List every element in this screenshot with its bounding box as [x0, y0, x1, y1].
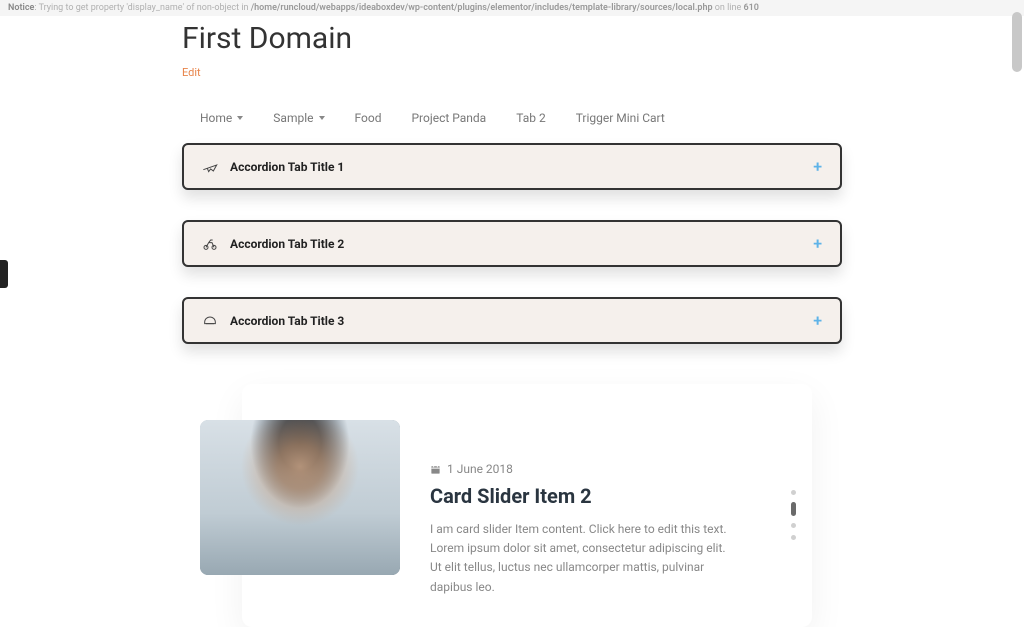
caret-down-icon — [319, 116, 325, 120]
plus-icon: + — [813, 311, 822, 330]
nav-label: Home — [200, 111, 232, 125]
card-content: 1 June 2018 Card Slider Item 2 I am card… — [430, 414, 782, 597]
slider-dot-active[interactable] — [791, 502, 796, 516]
accordion-left: Accordion Tab Title 1 — [202, 159, 344, 175]
accordion-item: Accordion Tab Title 3 + — [182, 297, 842, 344]
plus-icon: + — [813, 234, 822, 253]
page-title: First Domain — [182, 21, 842, 56]
card-date: 1 June 2018 — [430, 462, 782, 476]
card-title: Card Slider Item 2 — [430, 484, 782, 508]
card-description: I am card slider Item content. Click her… — [430, 520, 730, 597]
nav-item-home[interactable]: Home — [200, 111, 243, 125]
card-image — [200, 420, 400, 575]
accordion-header-3[interactable]: Accordion Tab Title 3 + — [182, 297, 842, 344]
nav-label: Tab 2 — [516, 111, 545, 125]
accordion-left: Accordion Tab Title 3 — [202, 313, 344, 329]
nav-label: Project Panda — [411, 111, 486, 125]
accordion-left: Accordion Tab Title 2 — [202, 236, 344, 252]
card-slider: 1 June 2018 Card Slider Item 2 I am card… — [242, 384, 812, 627]
slider-dots — [791, 490, 796, 540]
accordion-header-2[interactable]: Accordion Tab Title 2 + — [182, 220, 842, 267]
accordion-title: Accordion Tab Title 1 — [230, 160, 344, 174]
plus-icon: + — [813, 157, 822, 176]
edit-link[interactable]: Edit — [182, 66, 201, 79]
accordion-item: Accordion Tab Title 2 + — [182, 220, 842, 267]
caret-down-icon — [237, 116, 243, 120]
slider-dot[interactable] — [791, 535, 796, 540]
accordion-header-1[interactable]: Accordion Tab Title 1 + — [182, 143, 842, 190]
slider-dot[interactable] — [791, 490, 796, 495]
accordion-title: Accordion Tab Title 3 — [230, 314, 344, 328]
nav-label: Sample — [273, 111, 313, 125]
nav-item-trigger-cart[interactable]: Trigger Mini Cart — [576, 111, 665, 125]
nav-label: Food — [355, 111, 382, 125]
card-date-text: 1 June 2018 — [447, 462, 513, 476]
php-error-notice: Notice: Trying to get property 'display_… — [0, 0, 1024, 16]
nav-label: Trigger Mini Cart — [576, 111, 665, 125]
side-panel-tab[interactable] — [0, 260, 8, 288]
scrollbar-thumb[interactable] — [1012, 12, 1022, 72]
plane-icon — [202, 159, 218, 175]
accordion-item: Accordion Tab Title 1 + — [182, 143, 842, 190]
accordion: Accordion Tab Title 1 + Accordion Tab Ti… — [182, 143, 842, 344]
accordion-title: Accordion Tab Title 2 — [230, 237, 344, 251]
nav-item-food[interactable]: Food — [355, 111, 382, 125]
nav-item-sample[interactable]: Sample — [273, 111, 324, 125]
helmet-icon — [202, 313, 218, 329]
main-nav: Home Sample Food Project Panda Tab 2 Tri… — [182, 99, 842, 143]
bike-icon — [202, 236, 218, 252]
nav-item-tab2[interactable]: Tab 2 — [516, 111, 545, 125]
nav-item-project-panda[interactable]: Project Panda — [411, 111, 486, 125]
calendar-icon — [430, 464, 441, 475]
